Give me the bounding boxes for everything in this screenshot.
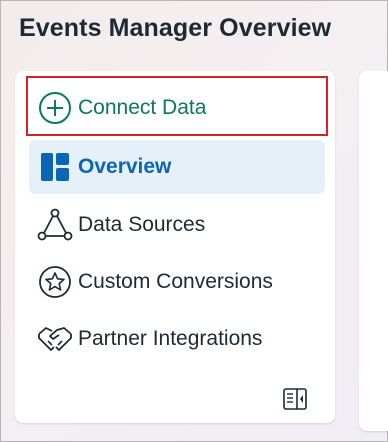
sidebar-item-label: Connect Data xyxy=(78,96,207,119)
sidebar-item-custom-conversions[interactable]: Custom Conversions xyxy=(29,255,325,309)
sidebar-item-label: Partner Integrations xyxy=(78,327,263,350)
dashboard-icon xyxy=(35,152,75,182)
sidebar-item-label: Data Sources xyxy=(78,213,206,236)
page-title: Events Manager Overview xyxy=(19,14,332,42)
data-sources-network-icon xyxy=(35,208,75,242)
sidebar-item-connect-data[interactable]: Connect Data xyxy=(29,81,325,135)
sidebar-item-data-sources[interactable]: Data Sources xyxy=(29,198,325,252)
main-content-panel xyxy=(359,71,388,431)
handshake-icon xyxy=(35,324,75,354)
collapse-sidebar-icon xyxy=(283,387,307,415)
collapse-sidebar-button[interactable] xyxy=(280,387,310,415)
add-circle-icon xyxy=(35,91,75,125)
sidebar-item-label: Overview xyxy=(78,155,172,178)
sidebar-item-label: Custom Conversions xyxy=(78,270,273,293)
star-badge-icon xyxy=(35,265,75,299)
sidebar-item-partner-integrations[interactable]: Partner Integrations xyxy=(29,312,325,366)
sidebar-item-overview[interactable]: Overview xyxy=(29,140,325,194)
